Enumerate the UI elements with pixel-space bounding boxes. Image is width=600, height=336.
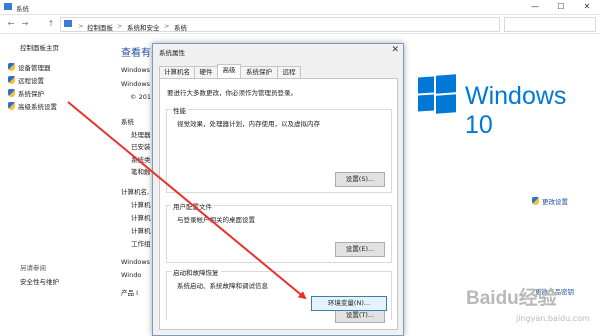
watermark-url: jingyan.baidu.com: [516, 314, 590, 323]
baidu-watermark: Baidu经验: [466, 288, 557, 309]
